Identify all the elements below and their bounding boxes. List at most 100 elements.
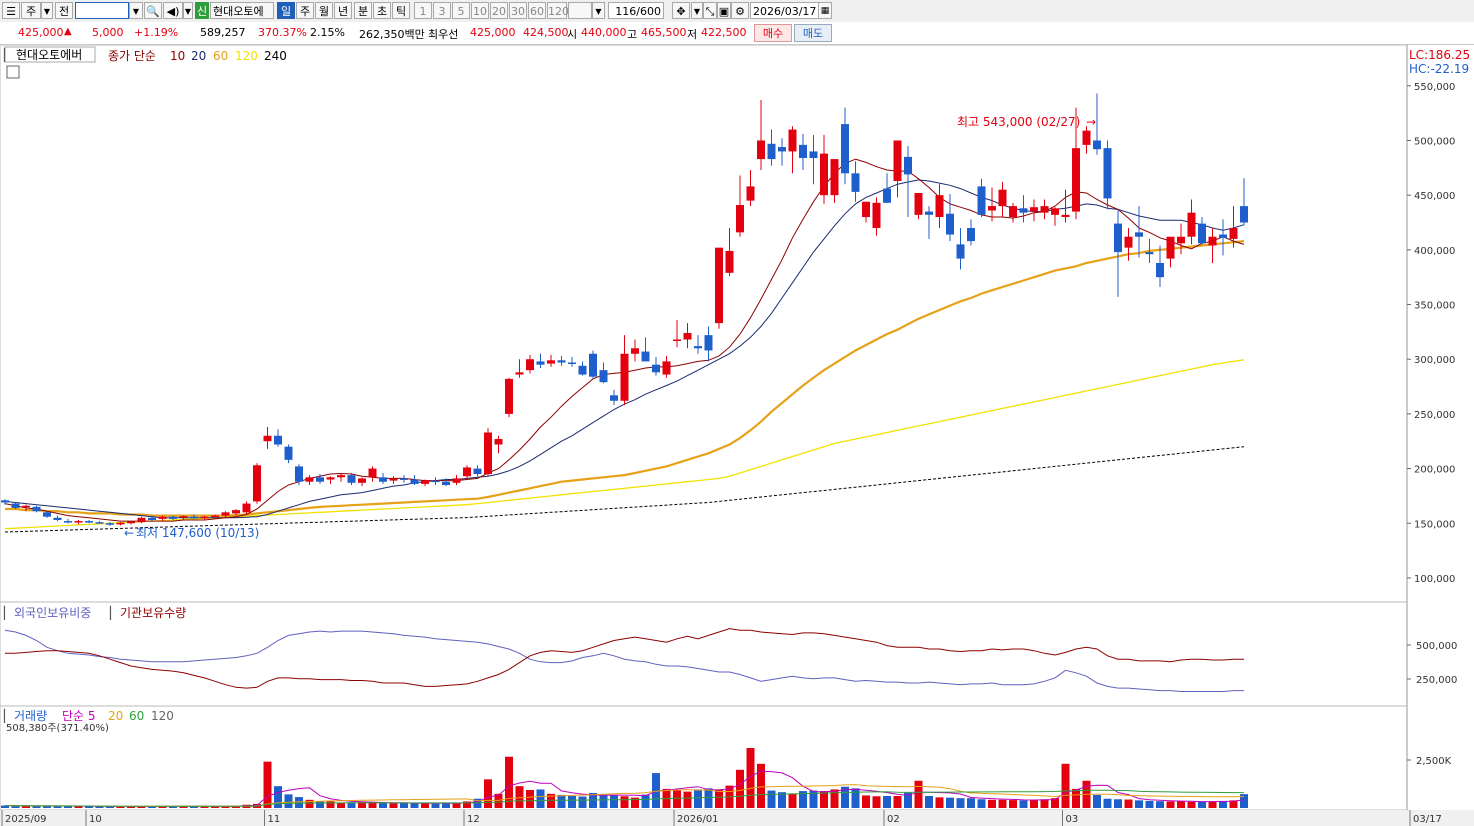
volume-bar — [610, 794, 618, 808]
candle-body — [43, 512, 51, 517]
interval-60-button[interactable]: 60 — [528, 2, 546, 19]
period-tick-button[interactable]: 틱 — [392, 2, 410, 19]
candle-body — [673, 339, 681, 342]
best-price-label: 최우선 — [428, 28, 459, 41]
candle-body — [610, 395, 618, 401]
sound-dropdown-icon[interactable]: ▼ — [183, 2, 193, 19]
candle-body — [1156, 262, 1164, 278]
legend-ma20: 20 — [191, 49, 206, 63]
volume-bar — [704, 788, 713, 808]
candle-body — [337, 475, 345, 478]
candle-body — [494, 439, 503, 445]
candle-body — [694, 346, 702, 349]
date-input[interactable]: 2026/03/17 — [750, 2, 820, 19]
code-dropdown-icon[interactable]: ▼ — [129, 2, 143, 19]
period-second-button[interactable]: 초 — [373, 2, 391, 19]
custom-interval-input[interactable] — [568, 2, 592, 19]
panel-toggle-icon[interactable] — [6, 65, 20, 79]
volume-bar — [74, 806, 83, 808]
search-icon[interactable]: 🔍 — [144, 2, 162, 19]
candle-body — [211, 515, 219, 518]
low-label: 저 — [687, 28, 698, 41]
candle-body — [116, 522, 125, 525]
candle-body — [788, 129, 797, 152]
settings-gear-icon[interactable]: ⚙ — [731, 2, 749, 19]
candle-body — [1187, 212, 1196, 237]
calendar-icon[interactable]: ▦ — [818, 2, 832, 19]
candle-body — [358, 478, 366, 483]
toolbar: ☰ 주 ▼ 전 307950 ▼ 🔍 ◀) ▼ 신 현대오토에 일 주 월 년 … — [0, 0, 1474, 23]
prefix-button[interactable]: 전 — [55, 2, 73, 19]
interval-5-button[interactable]: 5 — [452, 2, 470, 19]
interval-30-button[interactable]: 30 — [509, 2, 527, 19]
stock-code-input[interactable]: 307950 — [75, 2, 129, 19]
low-annotation: 최저 147,600 (10/13) — [136, 526, 259, 540]
volume-bar — [998, 799, 1007, 808]
volume-bar — [788, 793, 797, 808]
custom-interval-dropdown-icon[interactable]: ▼ — [592, 2, 605, 19]
volume-bar — [673, 790, 681, 808]
volume-bar — [368, 802, 377, 808]
volume-bar — [1177, 801, 1185, 808]
candle-body — [505, 378, 513, 414]
holding-panel — [0, 601, 1408, 707]
y-tick-label: 300,000 — [1414, 355, 1455, 366]
period-year-button[interactable]: 년 — [334, 2, 352, 19]
candle-body — [746, 186, 755, 201]
sell-button[interactable]: 매도 — [794, 24, 832, 42]
volume-bar — [736, 769, 744, 808]
volume-bar — [1103, 798, 1112, 808]
volume-tick-label: 2,500K — [1416, 756, 1452, 767]
volume-bar — [1114, 799, 1122, 808]
volume-bar — [925, 796, 933, 808]
candle-body — [925, 211, 933, 215]
x-tick-label: 02 — [887, 814, 900, 825]
volume-bar — [1019, 800, 1028, 808]
legend-marker-icon: ▏ — [3, 47, 13, 62]
candle-body — [158, 516, 167, 519]
candle-body — [1, 500, 9, 503]
candle-body — [851, 173, 860, 192]
market-select[interactable]: 주 — [21, 2, 41, 19]
data-count-input[interactable]: 116/600 — [608, 2, 664, 19]
candle-body — [484, 432, 492, 475]
period-month-button[interactable]: 월 — [315, 2, 333, 19]
legend-vol-ma120: 120 — [151, 709, 174, 723]
volume-bar — [379, 803, 387, 808]
volume-bar — [389, 803, 398, 808]
y-tick-label: 200,000 — [1414, 465, 1455, 476]
sound-icon[interactable]: ◀) — [163, 2, 183, 19]
buy-button[interactable]: 매수 — [754, 24, 792, 42]
trend-tool-icon[interactable]: ⤡ — [703, 2, 717, 19]
interval-20-button[interactable]: 20 — [490, 2, 508, 19]
volume-bar — [1072, 788, 1080, 808]
candle-body — [221, 512, 230, 516]
volume-bar — [1198, 802, 1206, 808]
candle-body — [1019, 208, 1028, 213]
interval-120-button[interactable]: 120 — [547, 2, 569, 19]
period-week-button[interactable]: 주 — [296, 2, 314, 19]
candle-body — [599, 370, 608, 383]
stock-name-field[interactable]: 현대오토에 — [210, 2, 274, 19]
price-chart[interactable]: 100,000 150,000 200,000 250,000 300,000 350,0… — [0, 45, 1474, 826]
period-minute-button[interactable]: 분 — [354, 2, 372, 19]
interval-10-button[interactable]: 10 — [471, 2, 489, 19]
candle-body — [389, 478, 398, 481]
menu-icon[interactable]: ☰ — [2, 2, 20, 19]
volume-bar — [862, 795, 870, 808]
market-dropdown-icon[interactable]: ▼ — [41, 2, 53, 19]
hc-value: HC:-22.19 — [1409, 62, 1469, 76]
candle-body — [263, 435, 272, 442]
interval-3-button[interactable]: 3 — [433, 2, 451, 19]
crosshair-icon[interactable]: ✥ — [672, 2, 690, 19]
candle-body — [421, 480, 429, 484]
period-day-button[interactable]: 일 — [277, 2, 295, 19]
candle-body — [368, 468, 377, 478]
candle-body — [757, 140, 765, 160]
candle-body — [32, 506, 41, 512]
candle-body — [284, 446, 293, 460]
legend-institution: 기관보유수량 — [120, 606, 186, 620]
interval-1-button[interactable]: 1 — [414, 2, 432, 19]
crosshair-dropdown-icon[interactable]: ▼ — [691, 2, 703, 19]
save-icon[interactable]: ▣ — [717, 2, 731, 19]
